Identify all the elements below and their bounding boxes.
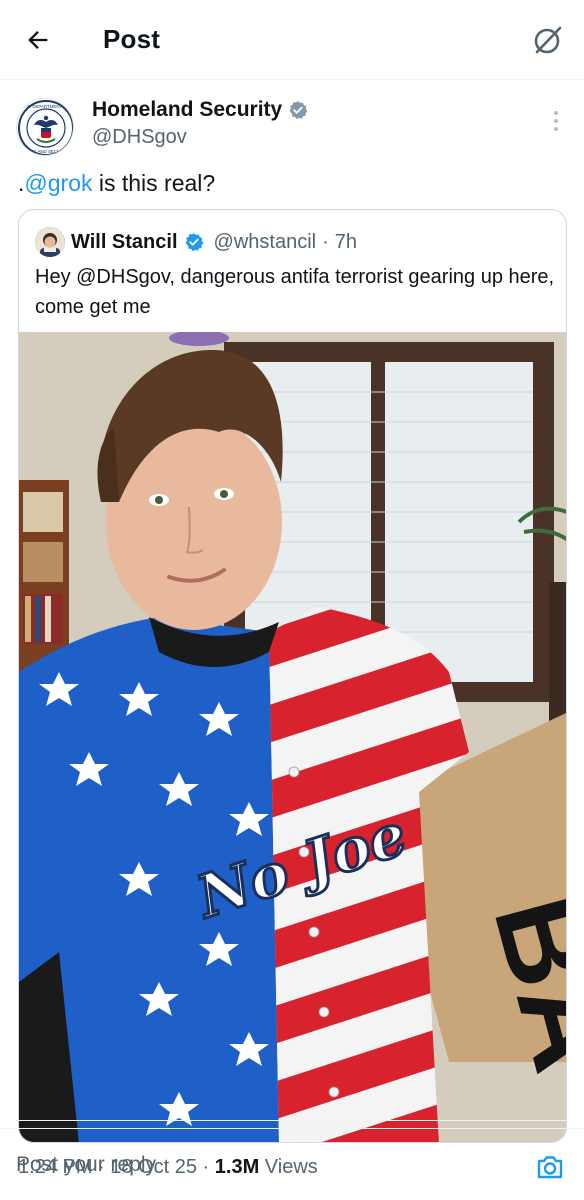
- top-bar: Post: [0, 0, 584, 80]
- back-button[interactable]: [16, 20, 60, 60]
- divider: [16, 1120, 568, 1121]
- dhs-seal-icon: U.S. DEPARTMENT OF HOMELAND SECURITY: [18, 100, 73, 155]
- quoted-author-name[interactable]: Will Stancil: [71, 231, 178, 254]
- author-name-row[interactable]: Homeland Security: [92, 98, 308, 122]
- quoted-header: Will Stancil @whstancil · 7h: [71, 227, 357, 257]
- more-options-button[interactable]: [546, 108, 566, 134]
- quoted-post[interactable]: Will Stancil @whstancil · 7h Hey @DHSgov…: [18, 209, 567, 1143]
- quoted-separator: ·: [322, 230, 329, 253]
- grok-slash-icon: [534, 26, 562, 54]
- grok-button[interactable]: [528, 20, 568, 60]
- reply-bar: [0, 1128, 584, 1200]
- grok-mention-link[interactable]: @grok: [24, 170, 92, 196]
- selfie-photo-image: BA No Joe: [19, 330, 566, 1142]
- post-text-body: is this real?: [92, 170, 216, 196]
- gray-verified-badge-icon: [289, 101, 308, 120]
- quoted-photo[interactable]: BA No Joe: [19, 330, 566, 1142]
- quoted-avatar[interactable]: [35, 227, 65, 257]
- author-avatar[interactable]: U.S. DEPARTMENT OF HOMELAND SECURITY: [16, 98, 74, 156]
- camera-button[interactable]: [534, 1151, 566, 1183]
- blue-verified-badge-icon: [185, 233, 203, 252]
- quoted-time[interactable]: 7h: [335, 231, 357, 254]
- post-text: .@grok is this real?: [18, 170, 215, 197]
- camera-icon: [537, 1156, 563, 1179]
- person-avatar-icon: [35, 227, 65, 257]
- seal-text-top: U.S. DEPARTMENT OF: [23, 104, 70, 109]
- quoted-author-handle[interactable]: @whstancil: [214, 231, 317, 254]
- arrow-left-icon: [28, 31, 48, 49]
- quoted-text: Hey @DHSgov, dangerous antifa terrorist …: [35, 266, 555, 318]
- reply-input[interactable]: [16, 1145, 506, 1185]
- author-handle[interactable]: @DHSgov: [92, 126, 187, 149]
- seal-text-bottom: HOMELAND SECURITY: [22, 149, 70, 154]
- more-vertical-icon: [554, 111, 558, 115]
- page-title: Post: [103, 24, 161, 54]
- author-name: Homeland Security: [92, 98, 283, 121]
